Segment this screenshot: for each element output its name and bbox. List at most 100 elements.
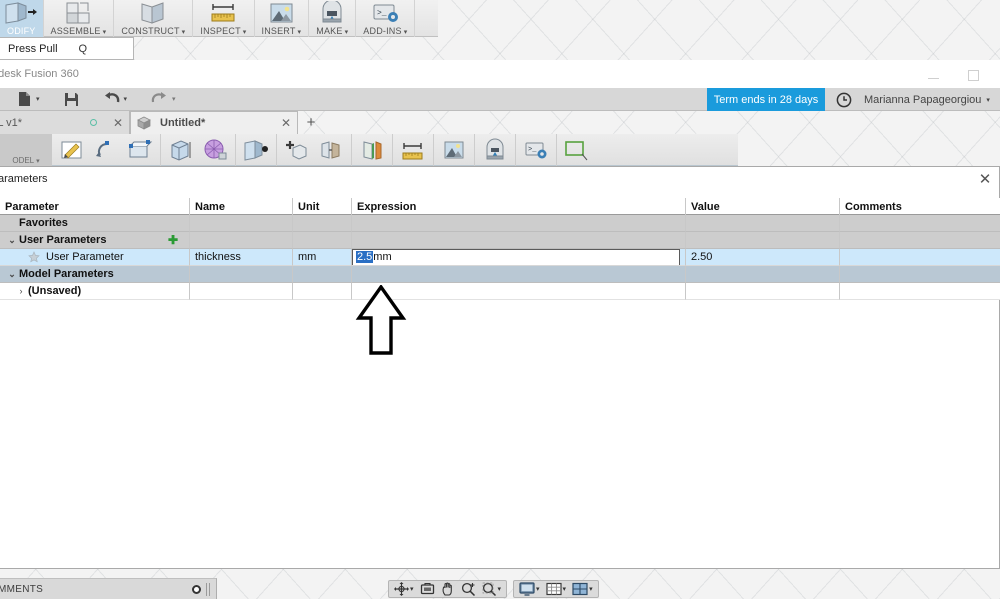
viewports-button[interactable]: ▾: [569, 580, 596, 598]
press-pull-button[interactable]: [239, 134, 273, 166]
chevron-down-icon[interactable]: ▾: [536, 585, 540, 593]
create-sketch-button[interactable]: [55, 134, 89, 166]
box-button[interactable]: [164, 134, 198, 166]
extrude-button[interactable]: [123, 134, 157, 166]
chevron-down-icon[interactable]: ⌄: [5, 235, 19, 246]
chevron-down-icon[interactable]: ⌄: [5, 269, 19, 280]
select-rectangle-icon: [563, 138, 591, 162]
tab-label: Untitled*: [160, 117, 206, 129]
make-3dprint-icon: [482, 138, 508, 162]
new-component-button[interactable]: [280, 134, 314, 166]
window-minimize-button[interactable]: [928, 66, 944, 82]
chevron-down-icon[interactable]: ▾: [410, 585, 414, 593]
redo-button[interactable]: ▾: [144, 88, 183, 111]
column-header-expression[interactable]: Expression: [352, 198, 686, 215]
close-icon[interactable]: ✕: [113, 116, 123, 130]
revolve-button[interactable]: [89, 134, 123, 166]
new-component-icon: [284, 138, 310, 162]
zoom-button[interactable]: [458, 580, 479, 598]
table-row-model-parameters[interactable]: ⌄ Model Parameters: [0, 266, 1000, 283]
row-comments-cell: [840, 232, 1000, 249]
chevron-down-icon: ▾: [242, 29, 247, 36]
document-tab-tutorial[interactable]: TORIAL v1* ✕: [0, 111, 130, 134]
add-ins-button[interactable]: >_: [519, 134, 553, 166]
grid-snaps-button[interactable]: ▾: [543, 580, 570, 598]
addins-group: >_: [516, 133, 557, 166]
make-3dprint-button[interactable]: [478, 134, 512, 166]
ribbon-panel-modify[interactable]: ODIFY: [0, 0, 44, 37]
comments-panel-label: MMENTS: [0, 583, 44, 595]
add-parameter-button[interactable]: ✚: [168, 234, 178, 246]
expression-input[interactable]: 2.5 mm: [352, 249, 680, 265]
document-tab-untitled[interactable]: Untitled* ✕: [130, 111, 298, 134]
insert-image-button[interactable]: [437, 134, 471, 166]
table-row-unsaved[interactable]: › (Unsaved): [0, 283, 1000, 300]
column-header-name[interactable]: Name: [190, 198, 293, 215]
ribbon-panel-addins[interactable]: >_ ADD-INS ▾: [356, 0, 416, 37]
box-icon: [168, 138, 194, 162]
favorite-star-icon[interactable]: [28, 251, 40, 263]
panel-resize-grip[interactable]: [206, 582, 210, 596]
undo-button[interactable]: ▾: [96, 88, 135, 111]
model-tab-label: ODEL ▾: [12, 155, 40, 165]
row-comments-cell: [840, 283, 1000, 300]
user-account-menu[interactable]: Marianna Papageorgiou ▾: [864, 88, 990, 111]
zoom-window-icon: [482, 582, 497, 596]
term-badge[interactable]: Term ends in 28 days: [707, 88, 825, 111]
ribbon-panel-assemble[interactable]: ASSEMBLE ▾: [44, 0, 115, 37]
display-settings-button[interactable]: ▾: [516, 580, 543, 598]
select-button[interactable]: [560, 134, 594, 166]
zoom-icon: [461, 582, 476, 596]
undo-arrow-icon: [103, 92, 120, 106]
table-row-user-parameter-thickness[interactable]: User Parameter thickness mm 2.5 mm 2.50: [0, 249, 1000, 266]
mesh-sphere-button[interactable]: [198, 134, 232, 166]
orbit-button[interactable]: ▾: [391, 580, 417, 598]
look-at-button[interactable]: [417, 580, 438, 598]
construct-plane-button[interactable]: [355, 134, 389, 166]
column-header-unit[interactable]: Unit: [293, 198, 352, 215]
extrude-icon: [127, 138, 153, 162]
ribbon-panel-label: CONSTRUCT ▾: [121, 26, 186, 36]
close-icon[interactable]: ✕: [281, 116, 291, 130]
model-toolbar: ODEL ▾ >_: [0, 133, 738, 166]
save-button[interactable]: [57, 88, 86, 111]
chevron-down-icon[interactable]: ▾: [563, 585, 567, 593]
row-unit-cell: [293, 215, 352, 232]
row-unit-cell[interactable]: mm: [293, 249, 352, 266]
chevron-down-icon: ▾: [36, 157, 40, 165]
window-maximize-button[interactable]: [968, 66, 984, 82]
pan-button[interactable]: [438, 580, 458, 598]
row-expression-cell[interactable]: 2.5 mm: [352, 249, 686, 266]
measure-button[interactable]: [396, 134, 430, 166]
ribbon-panel-inspect[interactable]: INSPECT ▾: [193, 0, 255, 37]
tooltip-label: Press Pull: [8, 42, 58, 55]
table-row-user-parameters[interactable]: ⌄ User Parameters ✚: [0, 232, 1000, 249]
new-tab-button[interactable]: +: [300, 111, 322, 134]
ribbon-panel-make[interactable]: MAKE ▾: [309, 0, 357, 37]
insert-image-icon: [264, 1, 298, 25]
table-row-favorites[interactable]: Favorites: [0, 215, 1000, 232]
expression-selected-text: 2.5: [356, 251, 374, 263]
chevron-right-icon[interactable]: ›: [14, 286, 28, 296]
comments-panel-header[interactable]: MMENTS: [0, 578, 217, 599]
row-label: User Parameters: [19, 234, 107, 246]
column-header-comments[interactable]: Comments: [840, 198, 1000, 215]
chevron-down-icon[interactable]: ▾: [589, 585, 593, 593]
ribbon-panel-insert[interactable]: INSERT ▾: [255, 0, 310, 37]
navigation-toolbar: ▾ ▾ ▾ ▾ ▾: [388, 580, 605, 598]
row-value-cell: [686, 266, 840, 283]
chevron-down-icon[interactable]: ▾: [498, 585, 502, 593]
close-icon[interactable]: ✕: [975, 169, 995, 189]
row-comments-cell[interactable]: [840, 249, 1000, 266]
ribbon-panel-construct[interactable]: CONSTRUCT ▾: [114, 0, 194, 37]
row-parameter-cell: › (Unsaved): [0, 283, 190, 300]
model-workspace-tab[interactable]: ODEL ▾: [0, 133, 52, 166]
collapse-dot-icon[interactable]: [192, 584, 201, 594]
zoom-window-button[interactable]: ▾: [479, 580, 505, 598]
column-header-parameter[interactable]: Parameter: [0, 198, 190, 215]
column-header-value[interactable]: Value: [686, 198, 840, 215]
row-name-cell[interactable]: thickness: [190, 249, 293, 266]
joint-button[interactable]: [314, 134, 348, 166]
new-document-button[interactable]: ▾: [10, 88, 47, 111]
job-status-button[interactable]: [832, 88, 856, 111]
